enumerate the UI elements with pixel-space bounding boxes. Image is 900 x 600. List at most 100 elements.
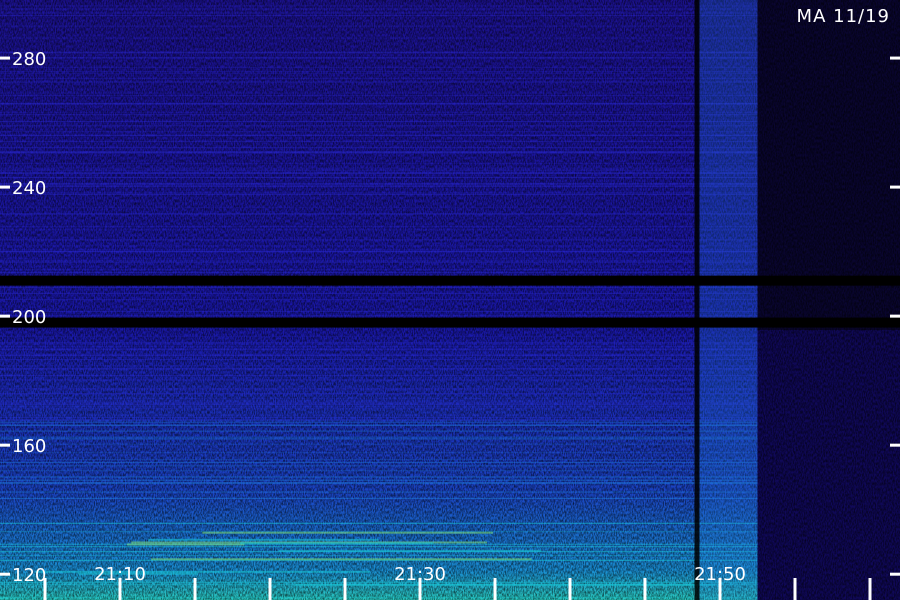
burst-column: [698, 0, 758, 600]
streak-line: [0, 271, 758, 273]
x-tick: [43, 578, 47, 600]
bright-strip: [151, 558, 532, 561]
streak-line: [0, 183, 758, 185]
streak-line: [0, 400, 758, 402]
streak-line: [0, 443, 758, 445]
streak-line: [0, 206, 758, 208]
y-tick-label: 160: [12, 436, 46, 457]
streak-line: [0, 414, 758, 416]
streak-line: [0, 146, 758, 148]
streak-line: [0, 409, 758, 411]
streak-line: [0, 349, 758, 351]
y-tick-right: [890, 443, 900, 447]
x-tick-label: 21:10: [94, 564, 146, 585]
x-tick-label: 21:30: [394, 564, 446, 585]
streak-line: [0, 335, 758, 337]
bright-strip: [239, 542, 434, 545]
streak-line: [0, 359, 758, 361]
streak-line: [0, 169, 758, 171]
streak-line: [0, 452, 758, 454]
streak-line: [0, 403, 758, 405]
streak-line: [0, 66, 758, 68]
streak-line: [0, 465, 758, 467]
y-tick-right: [890, 56, 900, 60]
streak-line: [0, 25, 758, 27]
streak-line: [0, 343, 758, 345]
streak-line: [0, 292, 758, 294]
streak-line: [0, 249, 758, 251]
y-tick-right: [890, 572, 900, 576]
streak-line: [0, 398, 758, 400]
streak-line: [0, 470, 758, 472]
streak-line: [0, 52, 758, 54]
x-tick: [868, 578, 872, 600]
streak-line: [0, 354, 758, 356]
y-tick-right: [890, 185, 900, 189]
streak-line: [0, 229, 758, 231]
streak-line: [0, 102, 758, 104]
streak-line: [0, 405, 758, 407]
streak-line: [0, 57, 758, 59]
x-tick: [493, 578, 497, 600]
x-tick-label: 21:50: [694, 564, 746, 585]
streak-line: [0, 379, 758, 381]
streak-line: [0, 299, 758, 301]
streak-line: [0, 367, 758, 369]
bright-strip: [148, 538, 379, 541]
streak-line: [0, 37, 758, 39]
streak-line: [0, 310, 758, 312]
streak-line: [0, 286, 758, 288]
streak-line: [0, 226, 758, 228]
station-date-label: MA 11/19: [796, 6, 890, 27]
streak-line: [0, 239, 758, 241]
streak-line: [0, 213, 758, 215]
streak-line: [0, 425, 758, 427]
streak-line: [0, 459, 758, 461]
streak-line: [0, 73, 758, 75]
streak-line: [0, 438, 758, 440]
streak-line: [0, 71, 758, 73]
streak-line: [0, 185, 758, 187]
streak-line: [0, 114, 758, 116]
y-tick-right: [890, 314, 900, 318]
streak-line: [0, 140, 758, 142]
streak-line: [0, 167, 758, 169]
y-tick-label: 200: [12, 307, 46, 328]
streak-line: [0, 260, 758, 262]
streak-line: [0, 131, 758, 133]
streak-line: [0, 125, 758, 127]
streak-line: [0, 245, 758, 247]
streak-line: [0, 163, 758, 165]
streak-line: [0, 176, 758, 178]
streak-line: [0, 77, 758, 79]
streak-line: [0, 554, 758, 556]
streak-line: [0, 546, 758, 548]
streak-line: [0, 430, 758, 432]
bright-strip: [202, 531, 494, 534]
streak-line: [0, 121, 758, 123]
streak-line: [0, 389, 758, 391]
streak-line: [0, 315, 758, 317]
streak-line: [0, 461, 758, 463]
streak-line: [0, 388, 758, 390]
y-tick-label: 240: [12, 178, 46, 199]
streak-line: [0, 401, 758, 403]
streak-line: [0, 258, 758, 260]
y-tick-left: [0, 572, 10, 576]
streak-line: [0, 184, 758, 186]
x-tick: [193, 578, 197, 600]
streak-line: [0, 269, 758, 271]
streak-line: [0, 436, 758, 438]
streak-line: [0, 250, 758, 252]
streak-line: [0, 193, 758, 195]
streak-line: [0, 422, 758, 424]
x-tick: [793, 578, 797, 600]
streak-line: [0, 134, 758, 136]
dark-band: [0, 317, 900, 328]
streak-line: [0, 375, 758, 377]
y-tick-label: 280: [12, 49, 46, 70]
y-tick-left: [0, 56, 10, 60]
streak-line: [0, 5, 758, 7]
y-tick-left: [0, 185, 10, 189]
bright-strip: [35, 570, 371, 573]
